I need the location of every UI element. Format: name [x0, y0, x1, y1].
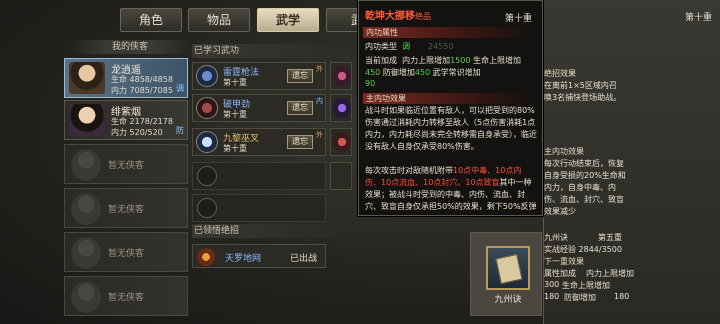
effect-paragraph-1: 战斗时如果临近位置有敌人，可以把受到的80%伤害通过消耗内力转移至敌人（5点伤害…	[365, 106, 537, 151]
ultimate-row[interactable]: 天罗地网 已出战	[192, 244, 326, 268]
forget-button[interactable]: 遗忘	[287, 69, 313, 83]
skill-level: 第十重	[223, 78, 247, 87]
skill-type-mark: 外	[316, 65, 323, 73]
hero-mp: 内力 7085/7085	[111, 86, 173, 95]
effect-paragraph-2: 每次攻击时对敌随机附带10点中毒、10点内伤、10点流血、10点封穴、10点致盲…	[365, 166, 537, 211]
exp-text: 实战经验 2844/3500	[544, 245, 622, 254]
skill-icon	[333, 66, 351, 86]
armor-skill-icon	[196, 97, 218, 119]
tab-items[interactable]: 物品	[188, 8, 250, 32]
tooltip-title: 乾坤大挪移绝品	[365, 11, 431, 22]
attr-val-2: 180	[544, 292, 560, 301]
attr-label: 属性加成	[544, 269, 576, 278]
empty-ring-icon	[197, 166, 217, 186]
ultimate-header: 已领悟绝招	[192, 224, 352, 238]
hero-card-1[interactable]: 龙逍遥 生命 4858/4858 内力 7085/7085 调	[64, 58, 188, 98]
skill-slot-col2[interactable]	[330, 128, 352, 156]
skill-slot-col2[interactable]	[330, 94, 352, 122]
hero-type-badge: 调	[176, 84, 184, 93]
hero-avatar	[69, 104, 105, 136]
empty-hero-slot[interactable]: 暂无侠客	[64, 188, 188, 228]
skill-slot-col2[interactable]	[330, 162, 352, 190]
ultimate-name: 天罗地网	[225, 254, 262, 264]
book-icon[interactable]	[486, 246, 530, 290]
hero-card-2[interactable]: 绯紫烟 生命 2178/2178 内力 520/520 防	[64, 100, 188, 140]
empty-hero-slot[interactable]: 暂无侠客	[64, 232, 188, 272]
next-level-header: 下一重效果	[544, 257, 584, 266]
tooltip-level: 第十重	[504, 14, 532, 24]
learned-skills-header: 已学习武功	[192, 44, 352, 58]
tab-martial-arts[interactable]: 武学	[257, 8, 319, 32]
skill-row[interactable]: 破甲劲 第十重 遗忘 内	[192, 94, 326, 122]
book-page	[495, 253, 523, 285]
ultimate-status: 已出战	[289, 254, 317, 264]
empty-skill-slot[interactable]	[192, 162, 326, 190]
hero-hp: 生命 4858/4858	[111, 75, 173, 84]
effect-header: 绝招效果	[544, 69, 576, 78]
attr-val-1: 300	[544, 280, 560, 289]
skill-icon	[333, 132, 351, 152]
hero-avatar	[69, 62, 105, 94]
book-title: 九州诀	[544, 233, 568, 242]
attr-val-3: 180	[614, 292, 630, 301]
spear-skill-icon	[196, 65, 218, 87]
tab-character[interactable]: 角色	[120, 8, 182, 32]
skill-tooltip: 乾坤大挪移绝品 第十重 内功属性 内功类型 调 24550 当前加成 内力上限增加…	[358, 0, 543, 216]
book-name: 九州诀	[494, 295, 522, 305]
empty-slot-label: 暂无侠客	[107, 249, 144, 259]
detail-level: 第十重	[684, 13, 712, 23]
empty-slot-label: 暂无侠客	[107, 205, 144, 215]
skill-row[interactable]: 雷霆枪法 第十重 遗忘 外	[192, 62, 326, 90]
trident-skill-icon	[196, 131, 218, 153]
tooltip-section-header: 主内功效果	[363, 93, 533, 104]
inner-effect-header: 主内功效果	[544, 147, 584, 156]
book-level: 第五重	[598, 233, 622, 242]
hero-hp: 生命 2178/2178	[111, 117, 173, 126]
tooltip-section-header: 内功属性	[363, 27, 533, 38]
skill-slot-col2[interactable]	[330, 62, 352, 90]
attr-line-2: 生命上限增加	[562, 281, 610, 290]
hero-list-header: 我的侠客	[70, 40, 190, 54]
empty-hero-slot[interactable]: 暂无侠客	[64, 144, 188, 184]
attr-line-1: 内力上限增加	[586, 269, 634, 278]
skill-icon	[333, 98, 351, 118]
attr-line-3: 防御增加	[564, 293, 596, 302]
empty-hero-slot[interactable]: 暂无侠客	[64, 276, 188, 316]
empty-ring-icon	[197, 198, 217, 218]
game-screen: 角色 物品 武学 武 关系 记事 ✕ 我的侠客 龙逍遥 生命 4858/4858…	[0, 0, 720, 324]
bonus-row-1: 当前加成 内力上限增加1500 生命上限增加	[365, 56, 521, 65]
inner-effect-text: 每次行动结束后，恢复自身受损的20%生命和内力，自身中毒、内伤、流血、封穴、致盲…	[544, 159, 626, 216]
bonus-row-3: 90	[365, 79, 376, 88]
skill-row[interactable]: 九黎巫叉 第十重 遗忘 外	[192, 128, 326, 156]
hero-mp: 内力 520/520	[111, 128, 163, 137]
empty-slot-label: 暂无侠客	[107, 293, 144, 303]
net-skill-icon	[197, 248, 215, 266]
effect-text: 在离前1×5区域内召唤3名捕快登场助战。	[544, 81, 622, 102]
hero-type-badge: 防	[176, 126, 184, 135]
skill-type-mark: 内	[316, 97, 323, 105]
empty-skill-slot[interactable]	[192, 194, 326, 222]
bonus-row-2: 450 防御增加450 武学常识增加	[365, 68, 481, 77]
skill-type-mark: 外	[316, 131, 323, 139]
skill-level: 第十重	[223, 144, 247, 153]
skill-level: 第十重	[223, 110, 247, 119]
forget-button[interactable]: 遗忘	[287, 101, 313, 115]
empty-slot-label: 暂无侠客	[107, 161, 144, 171]
type-row: 内功类型 调 24550	[365, 42, 454, 51]
forget-button[interactable]: 遗忘	[287, 135, 313, 149]
